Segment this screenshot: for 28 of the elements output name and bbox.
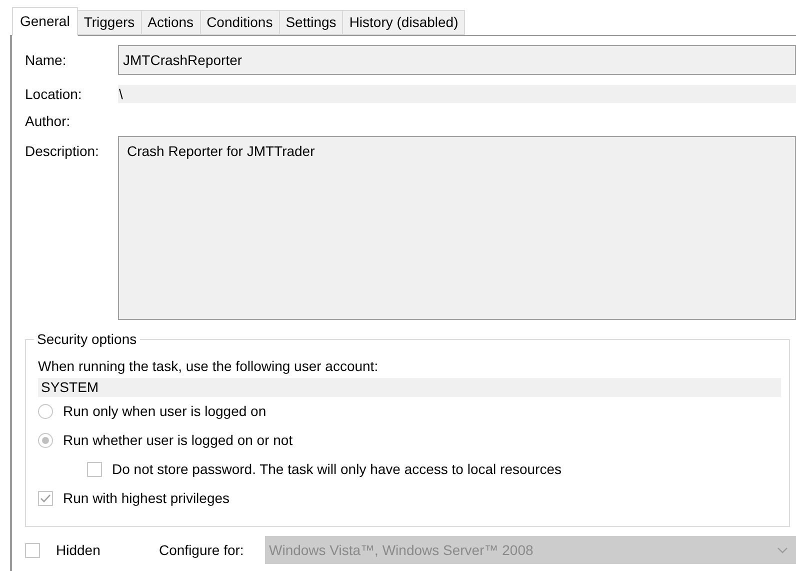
account-field: SYSTEM xyxy=(38,378,781,397)
field-label: Author: xyxy=(25,112,72,130)
tab[interactable]: History (disabled) xyxy=(343,10,466,35)
option-label: Run only when user is logged on xyxy=(63,402,266,421)
field-label: Name: xyxy=(25,50,68,70)
option-label: Do not store password. The task will only have access to local resources xyxy=(112,460,562,479)
name-field[interactable]: JMTCrashReporter xyxy=(118,45,796,75)
chevron-down-icon xyxy=(777,546,788,554)
description-field[interactable]: Crash Reporter for JMTTrader xyxy=(118,136,796,320)
tab[interactable]: Actions xyxy=(142,10,201,35)
configure-label: Configure for: xyxy=(159,540,245,560)
checkbox[interactable] xyxy=(25,542,40,558)
location-field: \ xyxy=(118,85,796,103)
account-label: When running the task, use the following user account: xyxy=(38,357,380,376)
tab[interactable]: Settings xyxy=(280,10,344,35)
checkbox[interactable] xyxy=(87,462,102,477)
field-label: Description: xyxy=(25,142,100,161)
radio-button[interactable] xyxy=(38,433,53,448)
option-label: Run whether user is logged on or not xyxy=(63,431,293,450)
field-label: Location: xyxy=(25,84,83,104)
radio-button[interactable] xyxy=(38,404,53,419)
option-label: Run with highest privileges xyxy=(63,489,230,508)
hidden-label: Hidden xyxy=(56,540,102,560)
tab[interactable]: Triggers xyxy=(78,10,142,35)
tab[interactable]: Conditions xyxy=(200,10,280,35)
checkmark-icon xyxy=(40,494,51,503)
tab[interactable]: General xyxy=(12,7,78,36)
checkbox[interactable] xyxy=(38,491,53,506)
